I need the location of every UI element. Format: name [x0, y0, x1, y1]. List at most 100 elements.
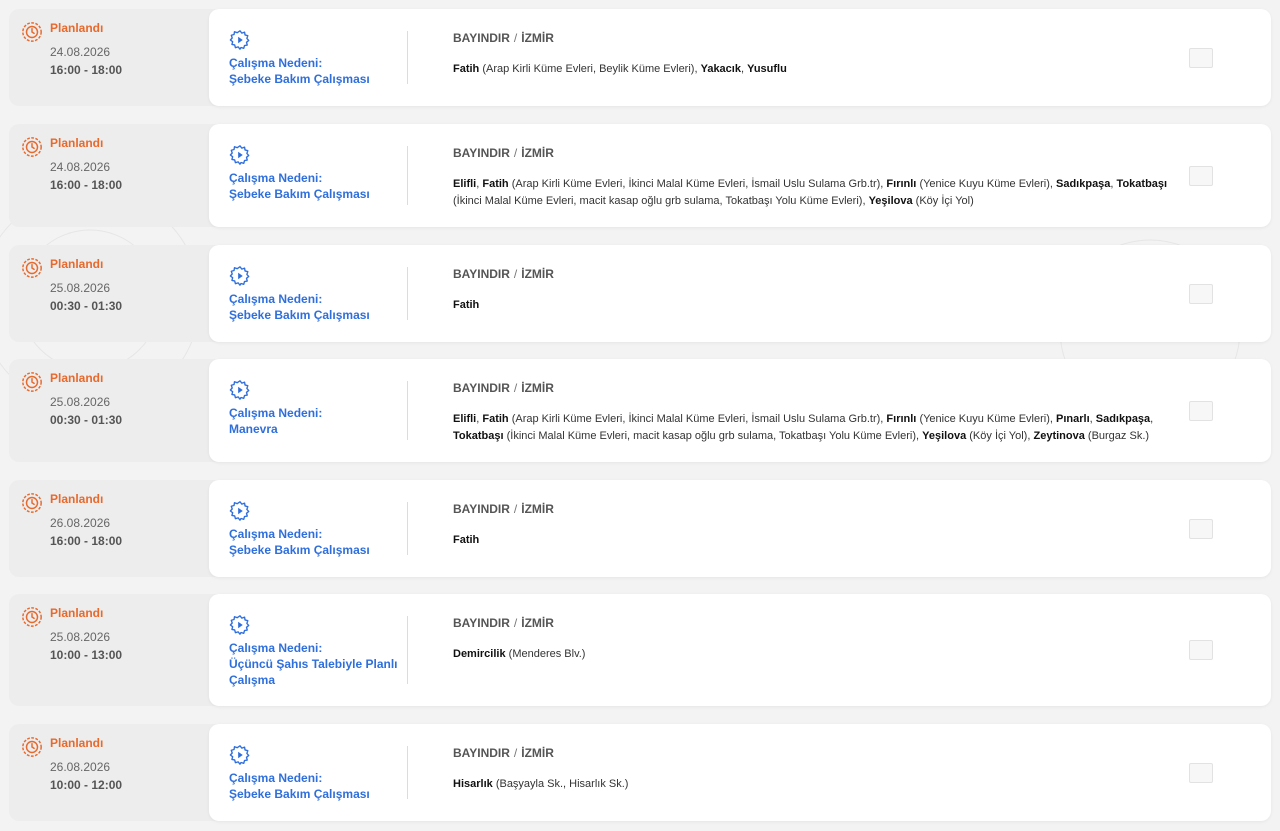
area-detail: (Arap Kirli Küme Evleri, İkinci Malal Kü… [511, 413, 881, 425]
outage-date: 24.08.2026 [50, 160, 111, 174]
area-name: Fatih [453, 299, 480, 311]
outage-list: Planlandı 24.08.2026 16:00 - 18:00 Çalış… [0, 0, 1280, 831]
location: BAYINDIR / İZMİR [453, 31, 554, 45]
divider [407, 381, 408, 440]
reason-text: Çalışma Nedeni: Şebeke Bakım Çalışması [229, 291, 409, 323]
area-detail: (Köy İçi Yol) [969, 430, 1028, 442]
expand-toggle[interactable] [1189, 762, 1213, 783]
reason-label: Çalışma Nedeni: [229, 56, 323, 70]
maintenance-gear-icon [229, 30, 250, 50]
maintenance-gear-icon [229, 145, 250, 165]
location: BAYINDIR / İZMİR [453, 616, 554, 630]
outage-card: Çalışma Nedeni: Manevra BAYINDIR / İZMİR E… [209, 359, 1271, 462]
maintenance-gear-icon [229, 380, 250, 400]
planned-clock-gear-icon [22, 258, 42, 278]
planned-clock-gear-icon [22, 372, 42, 392]
area-detail: (İkinci Malal Küme Evleri, macit kasap o… [506, 430, 917, 442]
district: BAYINDIR [453, 146, 510, 160]
location: BAYINDIR / İZMİR [453, 146, 554, 160]
city: İZMİR [521, 267, 554, 281]
reason-text: Çalışma Nedeni: Şebeke Bakım Çalışması [229, 770, 409, 802]
outage-date: 26.08.2026 [50, 760, 111, 774]
reason-value: Üçüncü Şahıs Talebiyle Planlı Çalışma [229, 657, 398, 687]
outage-card: Çalışma Nedeni: Şebeke Bakım Çalışması B… [209, 9, 1271, 106]
area-detail: (Yenice Kuyu Küme Evleri) [919, 178, 1050, 190]
affected-areas: Fatih [453, 297, 1178, 314]
status-column: Planlandı 25.08.2026 10:00 - 13:00 [9, 594, 209, 706]
area-name: Elifli [453, 413, 477, 425]
status-column: Planlandı 25.08.2026 00:30 - 01:30 [9, 359, 209, 462]
divider [407, 502, 408, 555]
reason-value: Şebeke Bakım Çalışması [229, 787, 370, 801]
divider [407, 616, 408, 684]
area-name: Yakacık [700, 63, 741, 75]
maintenance-gear-icon [229, 615, 250, 635]
status-badge: Planlandı [50, 606, 104, 620]
outage-time: 00:30 - 01:30 [50, 413, 123, 427]
district: BAYINDIR [453, 746, 510, 760]
city: İZMİR [521, 381, 554, 395]
outage-time: 10:00 - 13:00 [50, 648, 123, 662]
divider [407, 31, 408, 84]
reason-label: Çalışma Nedeni: [229, 406, 323, 420]
planned-clock-gear-icon [22, 493, 42, 513]
planned-clock-gear-icon [22, 607, 42, 627]
reason-text: Çalışma Nedeni: Üçüncü Şahıs Talebiyle P… [229, 640, 409, 688]
area-name: Yeşilova [868, 195, 913, 207]
outage-time: 00:30 - 01:30 [50, 299, 123, 313]
area-name: Fatih [453, 534, 480, 546]
expand-toggle[interactable] [1189, 283, 1213, 304]
reason-label: Çalışma Nedeni: [229, 641, 323, 655]
reason-value: Şebeke Bakım Çalışması [229, 308, 370, 322]
status-column: Planlandı 24.08.2026 16:00 - 18:00 [9, 124, 209, 227]
status-column: Planlandı 24.08.2026 16:00 - 18:00 [9, 9, 209, 106]
district: BAYINDIR [453, 616, 510, 630]
outage-card: Çalışma Nedeni: Şebeke Bakım Çalışması B… [209, 480, 1271, 577]
area-detail: (İkinci Malal Küme Evleri, macit kasap o… [453, 195, 863, 207]
expand-toggle[interactable] [1189, 518, 1213, 539]
outage-row: Planlandı 24.08.2026 16:00 - 18:00 Çalış… [9, 9, 1271, 106]
expand-toggle[interactable] [1189, 47, 1213, 68]
area-name: Pınarlı [1056, 413, 1090, 425]
location: BAYINDIR / İZMİR [453, 502, 554, 516]
outage-time: 16:00 - 18:00 [50, 63, 123, 77]
reason-label: Çalışma Nedeni: [229, 527, 323, 541]
location-separator: / [513, 381, 518, 395]
district: BAYINDIR [453, 502, 510, 516]
status-column: Planlandı 26.08.2026 10:00 - 12:00 [9, 724, 209, 821]
area-name: Fatih [453, 63, 480, 75]
affected-areas: Demircilik (Menderes Blv.) [453, 646, 1178, 663]
location-separator: / [513, 746, 518, 760]
outage-card: Çalışma Nedeni: Üçüncü Şahıs Talebiyle P… [209, 594, 1271, 706]
area-name: Tokatbaşı [453, 430, 504, 442]
district: BAYINDIR [453, 381, 510, 395]
reason-value: Şebeke Bakım Çalışması [229, 187, 370, 201]
area-name: Sadıkpaşa [1056, 178, 1111, 190]
outage-time: 16:00 - 18:00 [50, 178, 123, 192]
area-detail: (Arap Kirli Küme Evleri, Beylik Küme Evl… [482, 63, 695, 75]
district: BAYINDIR [453, 31, 510, 45]
maintenance-gear-icon [229, 501, 250, 521]
expand-toggle[interactable] [1189, 400, 1213, 421]
expand-toggle[interactable] [1189, 640, 1213, 660]
outage-date: 24.08.2026 [50, 45, 111, 59]
area-detail: (Menderes Blv.) [508, 648, 586, 660]
reason-label: Çalışma Nedeni: [229, 292, 323, 306]
expand-toggle[interactable] [1189, 165, 1213, 186]
area-detail: (Başyayla Sk., Hisarlık Sk.) [495, 778, 629, 790]
affected-areas: Elifli, Fatih (Arap Kirli Küme Evleri, İ… [453, 413, 1154, 442]
area-name: Yusuflu [747, 63, 787, 75]
status-badge: Planlandı [50, 21, 104, 35]
planned-clock-gear-icon [22, 22, 42, 42]
area-detail: (Köy İçi Yol) [915, 195, 974, 207]
outage-date: 25.08.2026 [50, 281, 111, 295]
outage-card: Çalışma Nedeni: Şebeke Bakım Çalışması B… [209, 724, 1271, 821]
outage-time: 16:00 - 18:00 [50, 534, 123, 548]
location-separator: / [513, 146, 518, 160]
outage-row: Planlandı 25.08.2026 10:00 - 13:00 Çalış… [9, 594, 1271, 706]
city: İZMİR [521, 746, 554, 760]
status-badge: Planlandı [50, 371, 104, 385]
area-detail: (Yenice Kuyu Küme Evleri) [919, 413, 1050, 425]
district: BAYINDIR [453, 267, 510, 281]
status-column: Planlandı 25.08.2026 00:30 - 01:30 [9, 245, 209, 342]
